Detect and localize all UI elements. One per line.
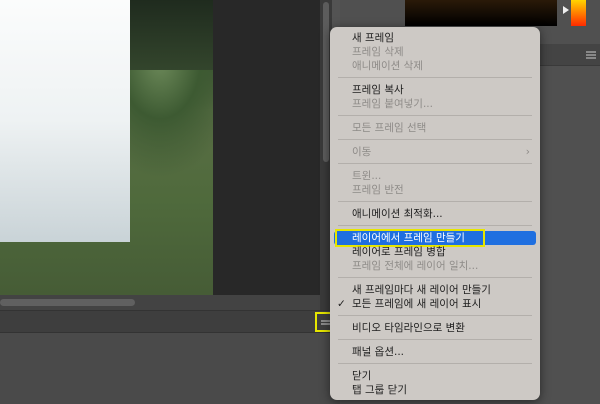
- hamburger-icon: [321, 320, 330, 325]
- hue-slider[interactable]: [571, 0, 586, 26]
- menu-item-close[interactable]: 닫기: [334, 369, 536, 383]
- menu-separator: [330, 335, 540, 345]
- menu-item-label: 모든 프레임에 새 레이어 표시: [352, 298, 482, 310]
- document-canvas[interactable]: [0, 0, 320, 295]
- menu-item-move[interactable]: 이동 ›: [334, 145, 536, 159]
- timeline-context-menu: 새 프레임 프레임 삭제 애니메이션 삭제 프레임 복사 프레임 붙여넣기...…: [330, 27, 540, 400]
- menu-separator: [330, 73, 540, 83]
- menu-separator: [330, 135, 540, 145]
- hamburger-icon[interactable]: [586, 51, 596, 59]
- menu-item-panel-options[interactable]: 패널 옵션...: [334, 345, 536, 359]
- color-picker-field[interactable]: [405, 0, 557, 26]
- menu-item-convert-video-timeline[interactable]: 비디오 타임라인으로 변환: [334, 321, 536, 335]
- timeline-panel-header: [0, 310, 340, 333]
- menu-separator: [330, 359, 540, 369]
- horizontal-scrollbar[interactable]: [0, 295, 320, 310]
- checkmark-icon: ✓: [337, 298, 346, 310]
- menu-item-close-tab-group[interactable]: 탭 그룹 닫기: [334, 383, 536, 397]
- menu-item-match-layer[interactable]: 프레임 전체에 레이어 일치...: [334, 259, 536, 273]
- menu-item-new-frame[interactable]: 새 프레임: [334, 31, 536, 45]
- timeline-panel-body: [0, 333, 340, 404]
- menu-separator: [330, 197, 540, 207]
- scrollbar-thumb[interactable]: [0, 299, 135, 306]
- menu-item-create-new-layer-each-frame[interactable]: 새 프레임마다 새 레이어 만들기: [334, 283, 536, 297]
- menu-item-delete-animation[interactable]: 애니메이션 삭제: [334, 59, 536, 73]
- menu-item-select-all-frames[interactable]: 모든 프레임 선택: [334, 121, 536, 135]
- menu-separator: [330, 159, 540, 169]
- scrollbar-thumb[interactable]: [323, 2, 329, 162]
- menu-item-delete-frame[interactable]: 프레임 삭제: [334, 45, 536, 59]
- menu-item-new-layers-visible[interactable]: ✓ 모든 프레임에 새 레이어 표시: [334, 297, 536, 311]
- menu-item-flatten-frames-into-layers[interactable]: 레이어로 프레임 병합: [334, 245, 536, 259]
- menu-item-copy-frame[interactable]: 프레임 복사: [334, 83, 536, 97]
- chevron-right-icon: ›: [525, 146, 530, 158]
- hue-slider-arrow-icon[interactable]: [563, 6, 569, 14]
- menu-item-paste-frame[interactable]: 프레임 붙여넣기...: [334, 97, 536, 111]
- photo-trees: [130, 0, 213, 70]
- white-card-image: [0, 0, 130, 242]
- menu-separator: [330, 111, 540, 121]
- menu-item-make-frames-from-layers[interactable]: 레이어에서 프레임 만들기: [334, 229, 536, 247]
- menu-separator: [330, 273, 540, 283]
- menu-item-optimize-animation[interactable]: 애니메이션 최적화...: [334, 207, 536, 221]
- menu-item-label: 이동: [352, 146, 372, 158]
- menu-item-reverse-frames[interactable]: 프레임 반전: [334, 183, 536, 197]
- menu-separator: [330, 311, 540, 321]
- menu-item-tween[interactable]: 트윈...: [334, 169, 536, 183]
